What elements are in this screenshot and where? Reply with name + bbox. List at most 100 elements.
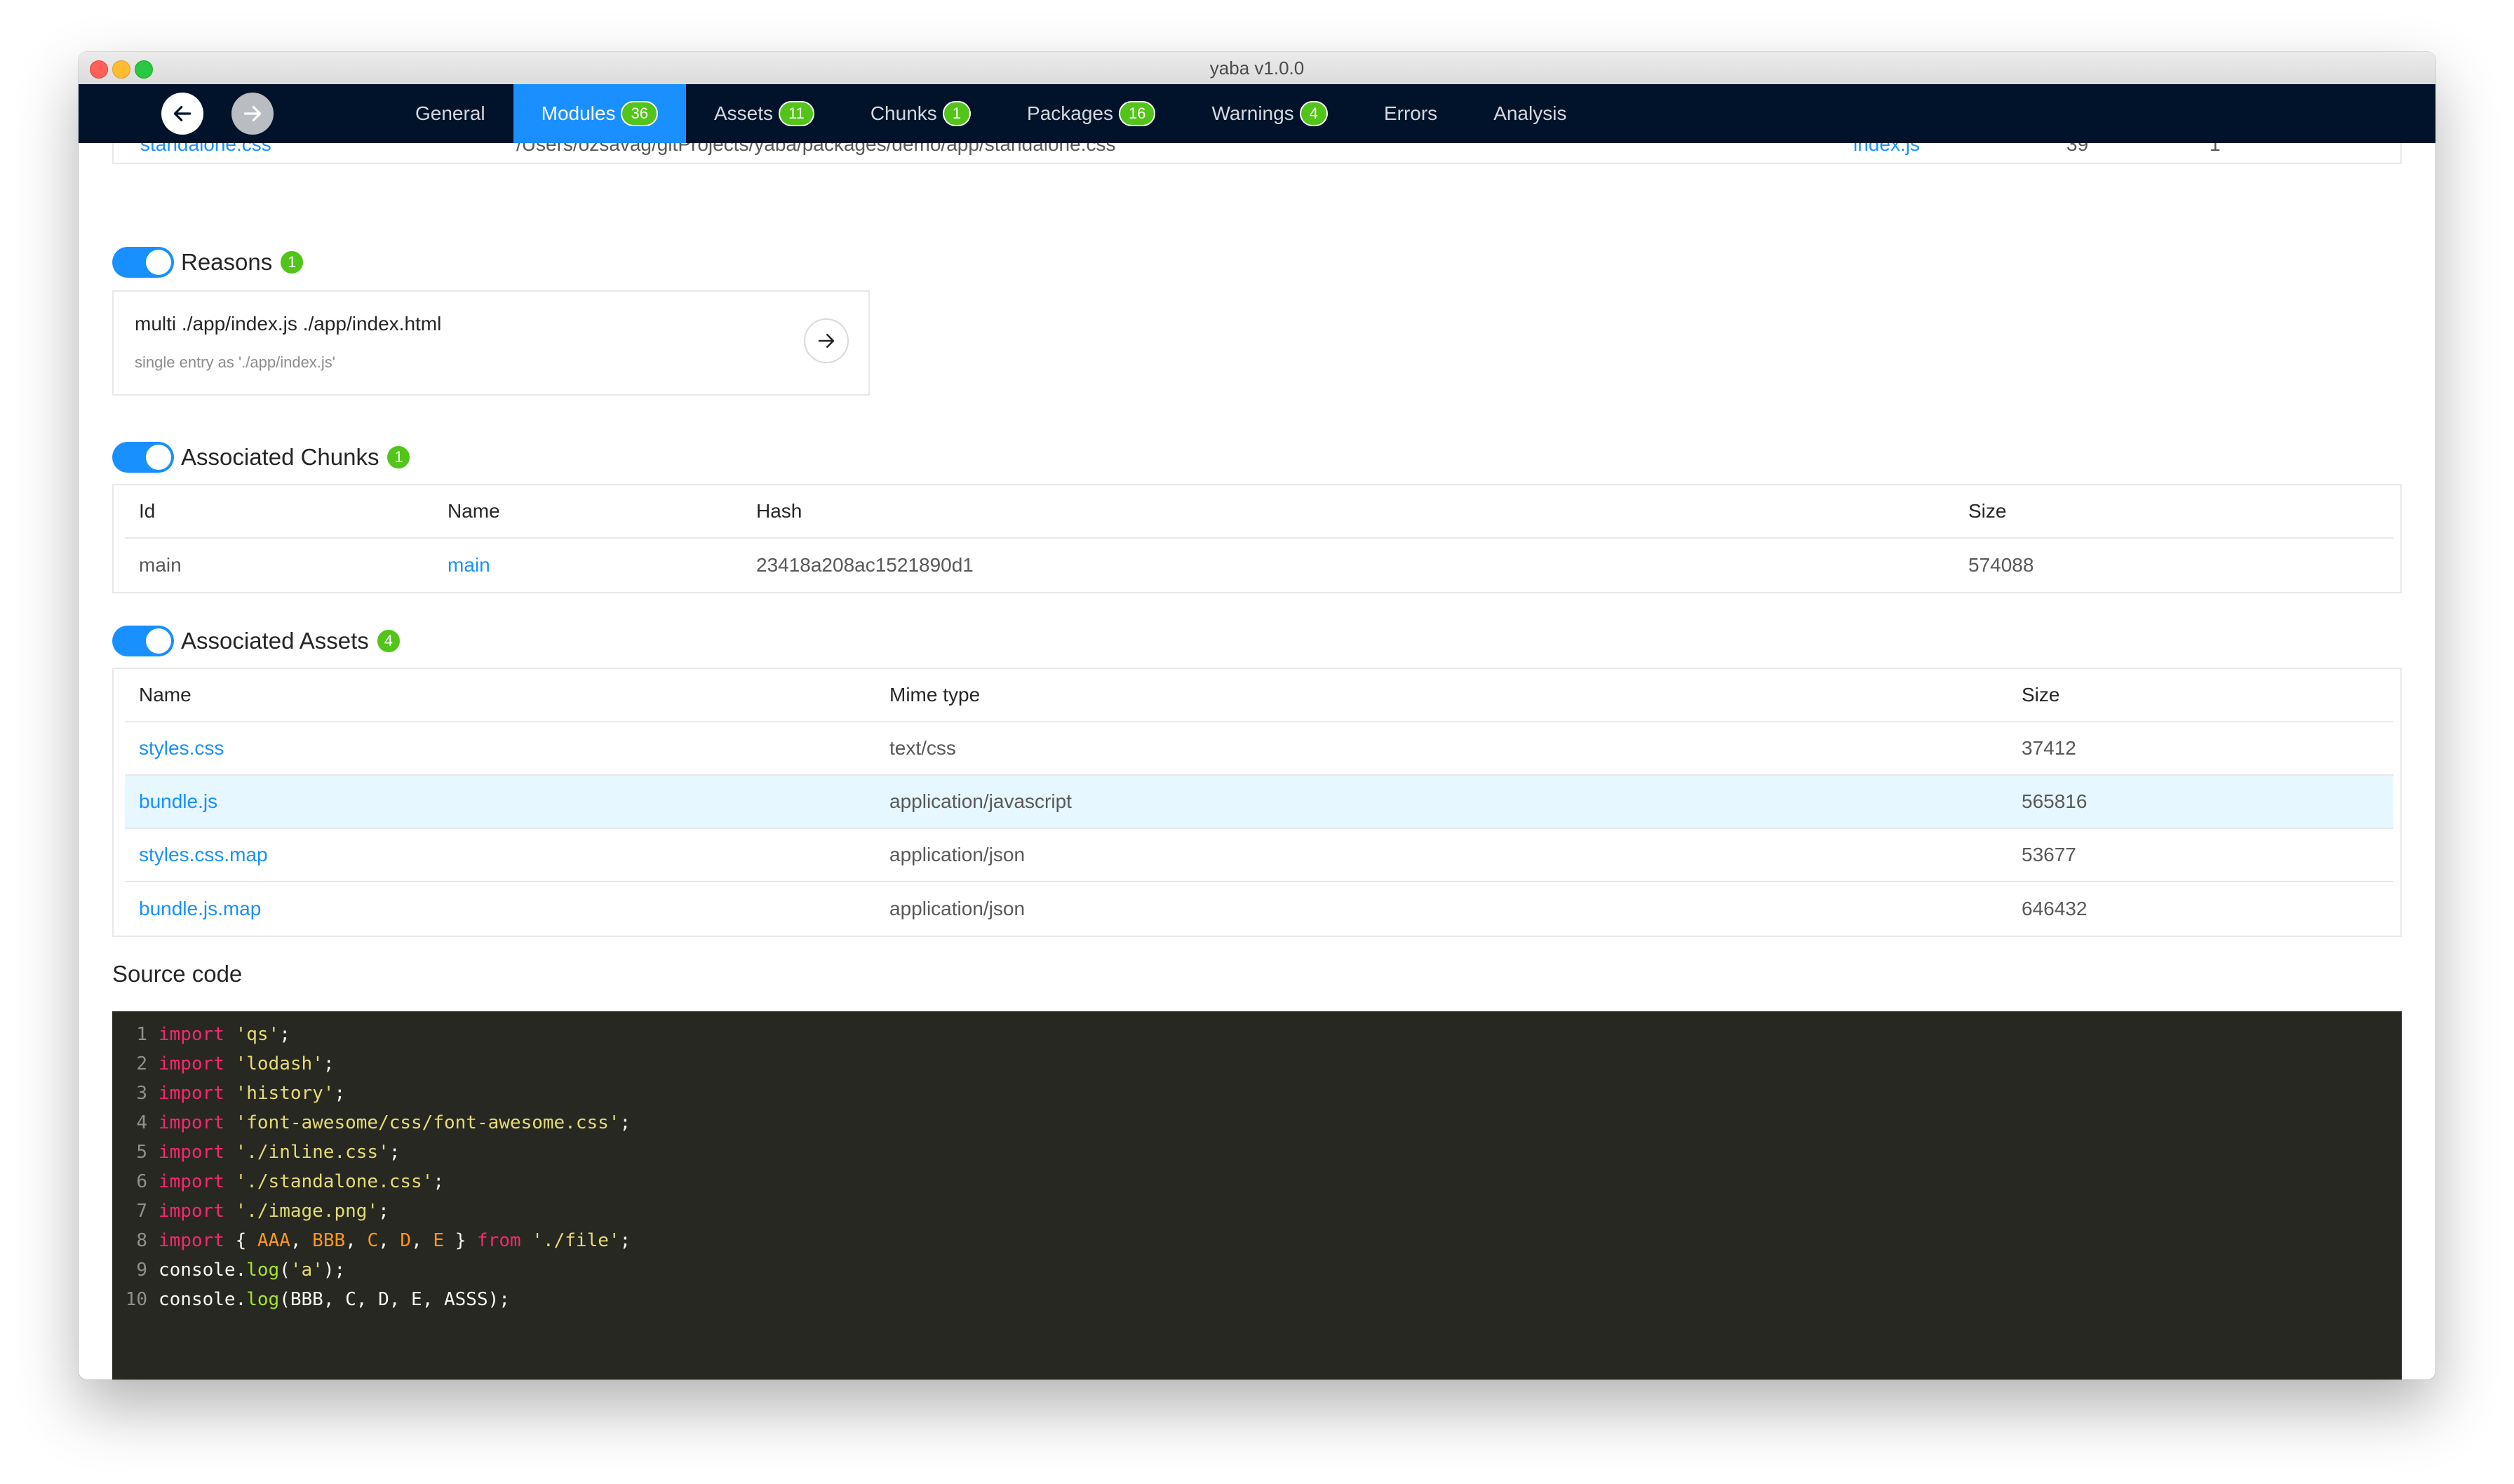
code-token: import [159,1024,224,1045]
assets-toggle[interactable] [112,626,174,656]
reasons-toggle[interactable] [112,247,174,278]
asset-name-link[interactable]: bundle.js.map [139,882,261,936]
code-token: './inline.css' [235,1142,389,1163]
code-token: 'a' [290,1260,323,1281]
chunk-name-link[interactable]: main [448,539,490,592]
reason-module: multi ./app/index.js ./app/index.html [135,313,442,335]
tab-general[interactable]: General [387,84,513,143]
count-badge: 1 [386,445,412,470]
column-header: Hash [756,500,802,522]
tab-packages[interactable]: Packages 16 [999,84,1183,143]
table-row[interactable]: bundle.js.map application/json 646432 [125,882,2393,936]
section-title: Associated Assets [181,628,369,654]
code-token: console. [159,1260,247,1281]
code-line: 2 import 'lodash'; [112,1049,334,1079]
chunks-toggle[interactable] [112,442,174,473]
code-token: (BBB, C, D, E, ASSS); [279,1289,510,1310]
tab-label: Chunks [870,102,937,124]
line-number: 4 [136,1112,147,1133]
chunks-table: Id Name Hash Size main main 23418a208ac1… [112,484,2402,593]
code-token: } [444,1230,478,1251]
tab-label: Analysis [1493,102,1567,124]
column-header: Name [448,500,500,522]
arrow-left-icon [173,106,191,121]
asset-mime: application/json [889,844,1026,865]
code-token: , [411,1230,433,1251]
table-row[interactable]: bundle.js application/javascript 565816 [125,776,2393,829]
count-badge: 36 [621,101,658,126]
table-row[interactable]: main main 23418a208ac1521890d1 574088 [125,539,2393,592]
code-token: C [367,1230,379,1251]
asset-name-link[interactable]: styles.css [139,722,224,774]
code-token: 'history' [235,1083,335,1104]
source-code-viewer[interactable]: 1 import 'qs'; 2 import 'lodash'; 3 import 'h… [112,1011,2402,1380]
code-line: 4 import 'font-awesome/css/font-awesome.c… [112,1108,631,1138]
section-title: Reasons [181,249,273,275]
asset-name-link[interactable]: bundle.js [139,776,217,828]
tab-modules[interactable]: Modules 36 [513,84,686,143]
code-token: './standalone.css' [235,1171,433,1192]
tab-label: Errors [1383,102,1438,124]
code-token: 'font-awesome/css/font-awesome.css' [235,1112,620,1133]
code-token: ; [279,1024,290,1045]
reasons-header: Reasons 1 [112,245,305,279]
line-number: 6 [136,1171,147,1192]
nav-tabs: General Modules 36 Assets 11 Chunks 1 Pa… [387,84,1594,143]
code-line: 8 import { AAA, BBB, C, D, E } from './fi… [112,1226,631,1255]
code-token: 'lodash' [235,1053,323,1074]
line-number: 8 [136,1230,147,1251]
code-token: E [433,1230,445,1251]
back-button[interactable] [161,93,203,135]
tab-analysis[interactable]: Analysis [1465,84,1594,143]
table-row[interactable]: styles.css.map application/json 53677 [125,829,2393,882]
count-badge: 4 [1299,101,1328,126]
tab-errors[interactable]: Errors [1356,84,1465,143]
tab-warnings[interactable]: Warnings 4 [1183,84,1355,143]
code-line: 9 console.log('a'); [112,1255,345,1285]
code-token: './file' [532,1230,620,1251]
code-token: import [159,1112,224,1133]
issuer-link[interactable]: index.js [1853,143,1920,156]
module-count: 1 [2210,143,2221,155]
asset-name-link[interactable]: styles.css.map [139,829,268,881]
code-token: import [159,1230,224,1251]
asset-size: 565816 [2022,790,2088,812]
line-number: 7 [136,1201,147,1222]
window-title: yaba v1.0.0 [1209,58,1305,79]
tab-chunks[interactable]: Chunks 1 [842,84,999,143]
code-token: import [159,1171,224,1192]
chunks-header: Associated Chunks 1 [112,440,412,474]
asset-size: 646432 [2022,898,2088,919]
code-token: import [159,1053,224,1074]
code-token: from [477,1230,521,1251]
code-line: 7 import './image.png'; [112,1196,389,1226]
reason-description: single entry as './app/index.js' [135,353,335,371]
column-header: Mime type [889,684,981,706]
module-table-row[interactable]: standalone.css /Users/ozsavag/gitProject… [112,143,2402,164]
reason-card: multi ./app/index.js ./app/index.html si… [112,290,870,396]
main-content: standalone.css /Users/ozsavag/gitProject… [79,143,2435,1380]
forward-button[interactable] [231,93,274,135]
code-token: './image.png' [235,1201,379,1222]
asset-mime: text/css [889,737,956,759]
code-line: 6 import './standalone.css'; [112,1167,444,1196]
table-row[interactable]: styles.css text/css 37412 [125,722,2393,776]
code-token: , [345,1230,368,1251]
module-name-link[interactable]: standalone.css [140,143,271,156]
code-token: log [246,1289,280,1310]
line-number: 5 [136,1142,147,1163]
column-header: Size [1968,500,2007,522]
chunk-id: main [139,554,182,576]
chunk-hash: 23418a208ac1521890d1 [756,554,974,576]
tab-label: Warnings [1211,102,1294,124]
code-token: , [378,1230,401,1251]
count-badge: 4 [375,628,401,654]
go-to-reason-button[interactable] [804,318,849,363]
code-token: import [159,1083,224,1104]
tab-assets[interactable]: Assets 11 [686,84,842,143]
